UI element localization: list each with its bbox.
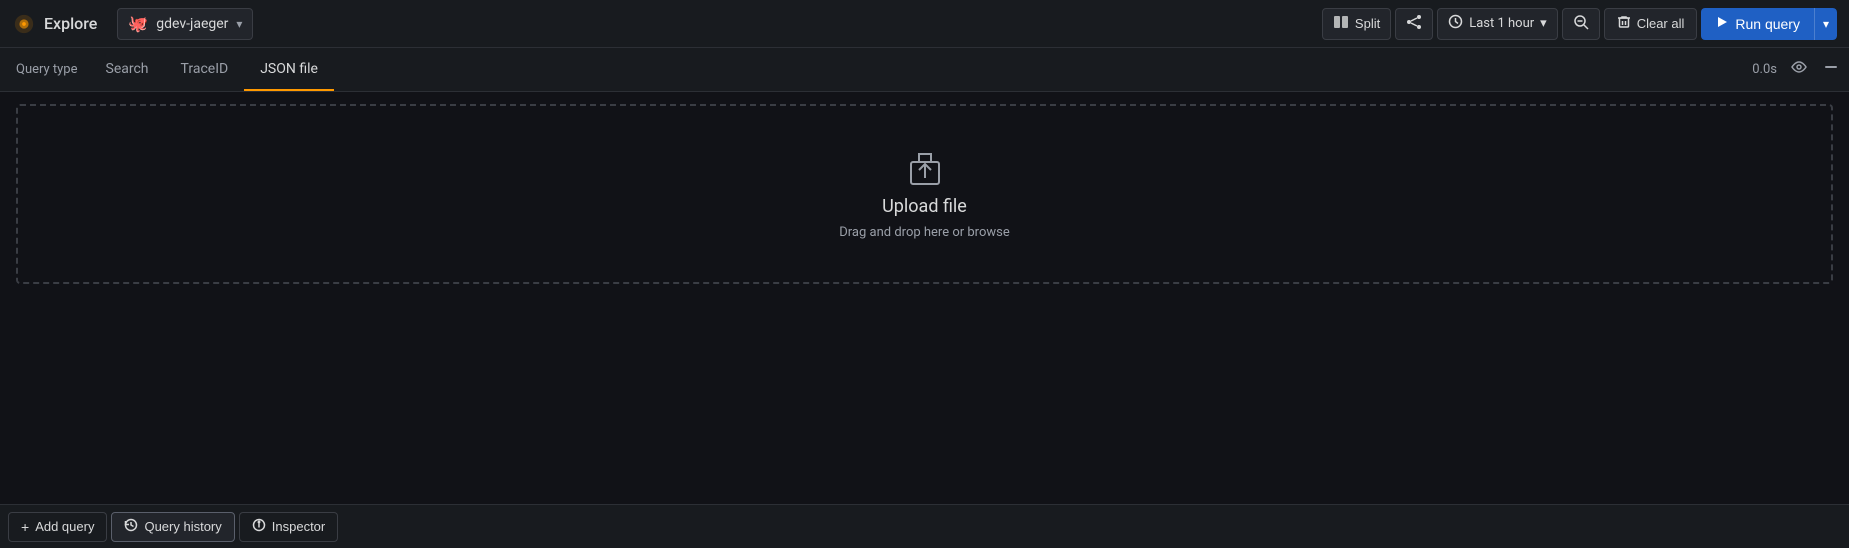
inspector-label: Inspector xyxy=(272,519,325,534)
trash-icon xyxy=(1617,15,1631,32)
topbar: Explore 🐙 gdev-jaeger ▾ Split xyxy=(0,0,1849,48)
query-type-label: Query type xyxy=(4,62,90,77)
query-history-button[interactable]: Query history xyxy=(111,512,234,542)
clear-all-button[interactable]: Clear all xyxy=(1604,8,1698,40)
eye-button[interactable] xyxy=(1785,55,1813,84)
split-label: Split xyxy=(1355,16,1380,31)
upload-drop-zone[interactable]: Upload file Drag and drop here or browse xyxy=(16,104,1833,284)
collapse-button[interactable] xyxy=(1817,55,1845,84)
bottom-bar: + Add query Query history Inspector xyxy=(0,504,1849,548)
topbar-right: Split Last 1 hour ▾ xyxy=(1322,8,1837,40)
datasource-name: gdev-jaeger xyxy=(156,16,228,32)
topbar-left: Explore 🐙 gdev-jaeger ▾ xyxy=(12,8,253,40)
clear-all-label: Clear all xyxy=(1637,16,1685,31)
grafana-logo-icon xyxy=(12,12,36,36)
zoom-out-button[interactable] xyxy=(1562,8,1600,40)
toolbar-icons xyxy=(1785,55,1845,84)
run-query-dropdown-button[interactable]: ▾ xyxy=(1814,8,1837,40)
add-query-label: Add query xyxy=(35,519,94,534)
query-editor-area: Upload file Drag and drop here or browse xyxy=(0,92,1849,296)
upload-subtitle: Drag and drop here or browse xyxy=(839,225,1010,240)
explore-label: Explore xyxy=(44,14,97,33)
run-query-label: Run query xyxy=(1735,16,1800,32)
query-time-value: 0.0s xyxy=(1752,62,1785,77)
run-query-chevron-icon: ▾ xyxy=(1823,17,1829,31)
time-range-label: Last 1 hour xyxy=(1469,16,1534,31)
query-tabs-bar: Query type Search TraceID JSON file 0.0s xyxy=(0,48,1849,92)
datasource-icon: 🐙 xyxy=(128,14,148,33)
time-picker-chevron-icon: ▾ xyxy=(1540,16,1547,31)
tab-json-file[interactable]: JSON file xyxy=(244,48,334,91)
split-button[interactable]: Split xyxy=(1322,8,1391,40)
tab-traceid[interactable]: TraceID xyxy=(165,48,245,91)
plus-icon: + xyxy=(21,519,29,535)
split-icon xyxy=(1333,14,1349,34)
clock-icon xyxy=(1448,14,1463,33)
upload-title: Upload file xyxy=(882,196,967,217)
share-button[interactable] xyxy=(1395,8,1433,40)
inspector-button[interactable]: Inspector xyxy=(239,512,338,542)
tab-search[interactable]: Search xyxy=(90,48,165,91)
datasource-selector[interactable]: 🐙 gdev-jaeger ▾ xyxy=(117,8,253,40)
share-icon xyxy=(1406,14,1422,34)
history-icon xyxy=(124,518,138,535)
eye-icon xyxy=(1791,59,1807,80)
add-query-button[interactable]: + Add query xyxy=(8,512,107,542)
zoom-out-icon xyxy=(1573,14,1589,33)
run-query-group: Run query ▾ xyxy=(1701,8,1837,40)
play-icon xyxy=(1715,15,1729,32)
upload-icon-wrap: Upload file Drag and drop here or browse xyxy=(839,148,1010,240)
query-history-label: Query history xyxy=(144,519,221,534)
inspector-icon xyxy=(252,518,266,535)
minus-icon xyxy=(1823,59,1839,80)
run-query-button[interactable]: Run query xyxy=(1701,8,1814,40)
time-range-picker[interactable]: Last 1 hour ▾ xyxy=(1437,8,1557,40)
datasource-chevron-icon: ▾ xyxy=(236,17,242,31)
